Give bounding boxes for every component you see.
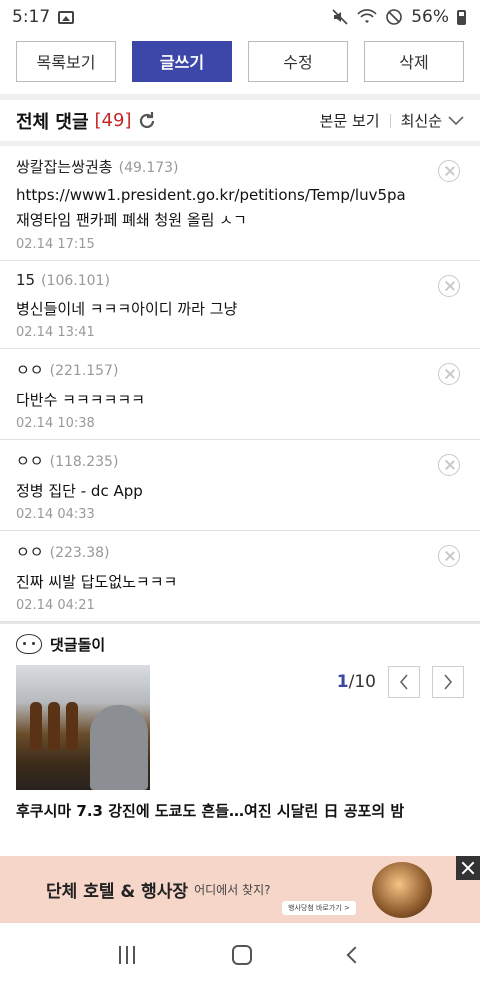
ad-banner[interactable]: 단체 호텔 & 행사장 어디에서 찾지? 행사당첨 바로가기 > <box>0 856 480 923</box>
comment-item: ㅇㅇ (118.235) 정병 집단 - dc App 02.14 04:33 <box>0 440 480 531</box>
status-bar: 5:17 56% <box>0 0 480 34</box>
ad-subtitle: 어디에서 찾지? <box>194 883 271 897</box>
article-pager: 1/10 <box>337 665 464 699</box>
delete-comment-icon[interactable] <box>438 453 460 476</box>
comment-text: 진짜 씨발 답도없노ㅋㅋㅋ <box>16 572 178 591</box>
prev-page-button[interactable] <box>388 665 420 698</box>
recent-apps-icon[interactable] <box>118 946 135 964</box>
ad-cta-button[interactable]: 행사당첨 바로가기 > <box>282 901 356 915</box>
delete-comment-icon[interactable] <box>438 274 460 297</box>
refresh-icon[interactable] <box>137 111 157 131</box>
pager-count: 1/10 <box>337 672 376 692</box>
sort-label: 최신순 <box>400 112 442 130</box>
gallery-notification-icon <box>58 10 75 24</box>
back-icon[interactable] <box>346 946 364 964</box>
delete-comment-icon[interactable] <box>438 544 460 567</box>
view-body-link[interactable]: 본문 보기 <box>320 110 380 131</box>
chevron-down-icon <box>448 115 464 125</box>
article-thumbnail[interactable] <box>16 664 150 790</box>
comment-author[interactable]: ㅇㅇ <box>16 450 44 471</box>
comment-date: 02.14 04:33 <box>16 506 95 522</box>
comment-text: 다반수 ㅋㅋㅋㅋㅋㅋ <box>16 390 145 409</box>
comments-count: [49] <box>94 110 132 131</box>
comment-item: ㅇㅇ (223.38) 진짜 씨발 답도없노ㅋㅋㅋ 02.14 04:21 <box>0 531 480 622</box>
comment-ip: (221.157) <box>49 362 119 379</box>
ad-title: 단체 호텔 & 행사장 <box>46 882 189 902</box>
comment-date: 02.14 13:41 <box>16 324 95 340</box>
wifi-icon <box>357 9 377 23</box>
comments-title: 전체 댓글 <box>16 111 89 133</box>
comment-item: ㅇㅇ (221.157) 다반수 ㅋㅋㅋㅋㅋㅋ 02.14 10:38 <box>0 349 480 440</box>
home-icon[interactable] <box>231 945 252 965</box>
battery-icon <box>457 9 466 25</box>
comment-ip: (106.101) <box>41 272 110 289</box>
divider <box>389 113 391 128</box>
comment-bot-title: 댓글돌이 <box>50 635 106 654</box>
comment-item: 15 (106.101) 병신들이네 ㅋㅋㅋ아이디 까라 그냥 02.14 13… <box>0 261 480 349</box>
delete-button[interactable]: 삭제 <box>364 40 464 82</box>
post-action-bar: 목록보기 글쓰기 수정 삭제 <box>0 34 480 84</box>
chevron-left-icon <box>399 673 408 690</box>
comment-link[interactable]: https://www1.president.go.kr/petitions/T… <box>16 183 430 208</box>
comment-text: 정병 집단 - dc App <box>16 481 143 500</box>
ad-image <box>372 862 432 918</box>
comment-ip: (118.235) <box>49 453 119 470</box>
comment-bot-icon <box>16 634 42 654</box>
status-time: 5:17 <box>12 7 51 27</box>
comment-item: 쌍칼잡는쌍권총 (49.173) https://www1.president.… <box>0 146 480 261</box>
next-page-button[interactable] <box>432 665 464 698</box>
comment-list: 쌍칼잡는쌍권총 (49.173) https://www1.president.… <box>0 146 480 622</box>
comment-ip: (223.38) <box>49 544 110 561</box>
mute-icon <box>332 9 348 25</box>
comment-author[interactable]: 15 <box>16 271 35 289</box>
comment-date: 02.14 04:21 <box>16 597 95 613</box>
comment-text: 병신들이네 ㅋㅋㅋ아이디 까라 그냥 <box>16 299 238 318</box>
system-nav-bar <box>0 923 480 987</box>
comment-author[interactable]: ㅇㅇ <box>16 541 44 562</box>
delete-comment-icon[interactable] <box>438 160 460 182</box>
comments-header: 전체 댓글 [49] 본문 보기 최신순 <box>0 100 480 146</box>
comment-date: 02.14 10:38 <box>16 415 95 431</box>
comment-text: 재영타임 팬카페 폐쇄 청원 올림 ㅅㄱ <box>16 210 247 229</box>
ad-close-icon[interactable] <box>456 856 480 880</box>
related-article-section: 댓글돌이 1/10 후쿠시마 7.3 강진에 도쿄도 흔들…여진 시달린 日 공… <box>0 621 480 821</box>
pager-total: /10 <box>348 671 376 692</box>
comment-date: 02.14 17:15 <box>16 236 95 252</box>
chevron-right-icon <box>444 673 453 690</box>
delete-comment-icon[interactable] <box>438 362 460 385</box>
list-view-button[interactable]: 목록보기 <box>16 40 116 82</box>
edit-button[interactable]: 수정 <box>248 40 348 82</box>
do-not-disturb-icon <box>386 9 403 25</box>
comment-author[interactable]: 쌍칼잡는쌍권총 <box>16 156 113 177</box>
article-title[interactable]: 후쿠시마 7.3 강진에 도쿄도 흔들…여진 시달린 日 공포의 밤 <box>16 800 464 821</box>
sort-dropdown[interactable]: 최신순 <box>401 110 464 131</box>
write-button[interactable]: 글쓰기 <box>132 40 232 82</box>
comment-ip: (49.173) <box>118 160 179 176</box>
battery-percent: 56% <box>411 7 449 27</box>
comment-author[interactable]: ㅇㅇ <box>16 359 44 380</box>
pager-current: 1 <box>336 671 349 692</box>
